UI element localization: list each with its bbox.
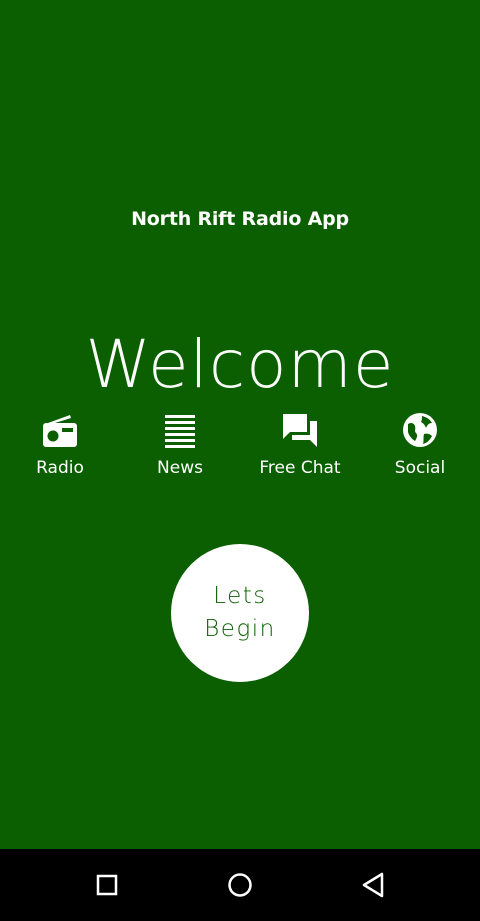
nav-item-free-chat[interactable]: Free Chat bbox=[240, 408, 360, 484]
nav-item-social[interactable]: Social bbox=[360, 408, 480, 484]
feature-nav: Radio News Free Chat Social bbox=[0, 408, 480, 484]
app-title: North Rift Radio App bbox=[131, 208, 349, 230]
welcome-text: Welcome bbox=[85, 326, 395, 403]
welcome-heading: Welcome bbox=[0, 326, 480, 403]
radio-icon bbox=[43, 415, 77, 447]
lets-begin-button[interactable]: Lets Begin bbox=[171, 544, 309, 682]
system-navigation-bar bbox=[0, 849, 480, 921]
globe-icon bbox=[403, 413, 437, 447]
nav-label-free-chat: Free Chat bbox=[259, 458, 341, 478]
back-triangle-icon[interactable] bbox=[353, 865, 393, 905]
app-screen: North Rift Radio App Welcome Radio News bbox=[0, 0, 480, 849]
nav-label-news: News bbox=[157, 458, 203, 478]
list-icon bbox=[165, 415, 195, 448]
chat-icon bbox=[283, 414, 317, 447]
nav-item-radio[interactable]: Radio bbox=[0, 408, 120, 484]
lets-begin-label: Lets Begin bbox=[204, 583, 276, 642]
recents-square-icon[interactable] bbox=[87, 865, 127, 905]
nav-item-news[interactable]: News bbox=[120, 408, 240, 484]
nav-label-radio: Radio bbox=[36, 458, 84, 478]
home-circle-icon[interactable] bbox=[220, 865, 260, 905]
nav-label-social: Social bbox=[394, 458, 446, 478]
